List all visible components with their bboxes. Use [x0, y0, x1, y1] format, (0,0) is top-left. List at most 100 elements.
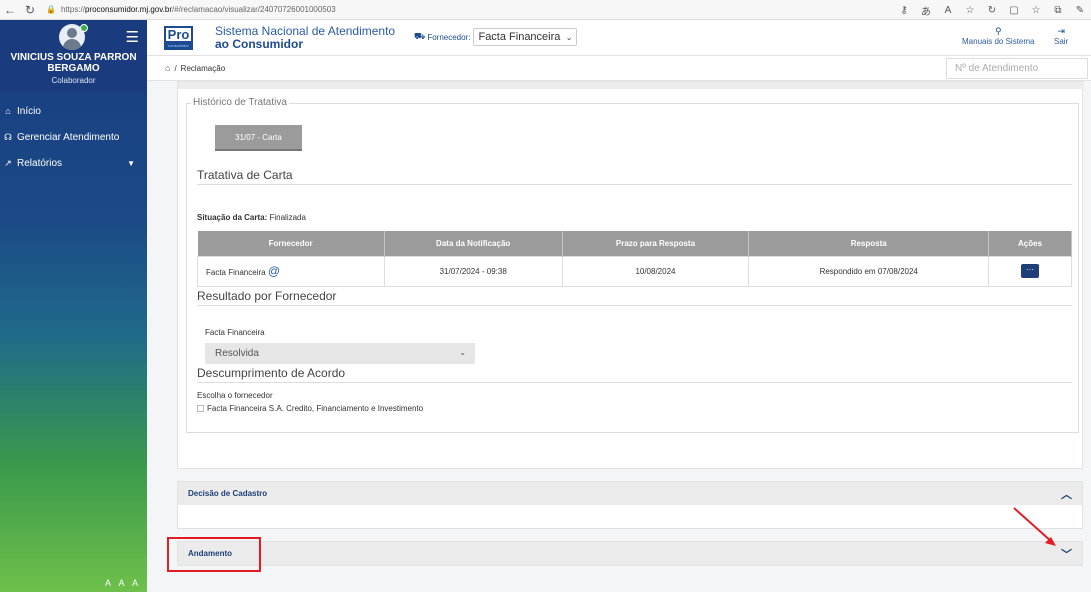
breadcrumb-separator: /: [174, 63, 177, 73]
cell-resposta: Respondido em 07/08/2024: [748, 255, 990, 287]
chevron-down-icon: ⌄: [565, 32, 573, 42]
url-host: proconsumidor.mj.gov.br: [84, 5, 172, 14]
collections-icon[interactable]: ⧉: [1047, 5, 1069, 16]
table-row: Facta Financeira @ 31/07/2024 - 09:38 10…: [197, 255, 1072, 287]
sign-out-icon: ⇥: [1057, 26, 1065, 36]
address-bar[interactable]: 🔒 https://proconsumidor.mj.gov.br/#/recl…: [46, 5, 336, 14]
favorites-list-icon[interactable]: ☆: [1025, 5, 1047, 16]
sidebar-item-label: Gerenciar Atendimento: [17, 131, 120, 143]
chevron-down-icon: ⌄: [459, 348, 466, 357]
url-path: /#/reclamacao/visualizar/240707260010005…: [171, 5, 336, 14]
breach-checkbox-row[interactable]: Facta Financeira S.A. Credito, Financiam…: [197, 404, 423, 413]
sidebar-item-inicio[interactable]: ⌂ Início: [0, 98, 147, 124]
sidebar-item-relatorios[interactable]: ↗ Relatórios ▼: [0, 150, 147, 176]
section-title-descumprimento: Descumprimento de Acordo: [197, 366, 346, 380]
result-select-value: Resolvida: [215, 348, 259, 359]
system-name-line2: ao Consumidor: [215, 37, 304, 51]
breadcrumb-current: Reclamação: [180, 63, 226, 73]
user-name: VINICIUS SOUZA PARRON BERGAMO: [10, 52, 137, 74]
logo-subtext: consumidor: [164, 41, 193, 50]
notification-table: Fornecedor Data da Notificação Prazo par…: [197, 231, 1072, 287]
reload-icon[interactable]: ↻: [20, 3, 40, 17]
breach-label: Escolha o fornecedor: [197, 391, 273, 400]
divider: [197, 184, 1072, 185]
col-prazo-resposta: Prazo para Resposta: [562, 231, 750, 256]
tab-carta[interactable]: 31/07 - Carta: [215, 125, 302, 151]
col-resposta: Resposta: [748, 231, 990, 256]
email-at-icon[interactable]: @: [268, 264, 280, 278]
proconsumidor-logo: Pro consumidor: [164, 26, 193, 50]
read-aloud-icon[interactable]: A: [937, 5, 959, 16]
headset-icon: ☊: [4, 131, 12, 142]
menu-toggle-icon[interactable]: ☰: [126, 28, 139, 46]
cell-fornecedor-text: Facta Financeira: [206, 268, 266, 277]
extensions-icon[interactable]: ✎: [1069, 5, 1091, 16]
truck-icon: ⛟: [414, 31, 426, 41]
col-fornecedor: Fornecedor: [197, 231, 385, 256]
section-title-resultado: Resultado por Fornecedor: [197, 289, 337, 303]
supplier-label: Fornecedor:: [427, 32, 471, 42]
browser-toolbar: ← ↻ 🔒 https://proconsumidor.mj.gov.br/#/…: [0, 0, 1091, 20]
sidebar-item-label: Início: [17, 105, 41, 117]
accordion-andamento: Andamento ﹀: [177, 541, 1083, 566]
sidebar-item-label: Relatórios: [17, 157, 63, 169]
checkbox[interactable]: [197, 405, 204, 412]
cell-fornecedor: Facta Financeira @: [197, 255, 385, 287]
result-supplier-label: Facta Financeira: [205, 328, 265, 337]
accordion-decisao-cadastro: Decisão de Cadastro ︿: [177, 481, 1083, 529]
online-status-icon: [80, 24, 88, 32]
history-legend: Histórico de Tratativa: [191, 97, 289, 108]
history-fieldset: Histórico de Tratativa 31/07 - Carta Tra…: [186, 97, 1079, 433]
split-screen-icon[interactable]: ▢: [1003, 5, 1025, 16]
font-size-controls[interactable]: A A A: [105, 578, 141, 588]
manuals-link[interactable]: ⚲ Manuais do Sistema: [962, 26, 1034, 46]
situation-label: Situação da Carta:: [197, 213, 268, 222]
result-select[interactable]: Resolvida ⌄: [205, 343, 475, 364]
annotation-arrow-icon: [1013, 507, 1056, 546]
system-name: Sistema Nacional de Atendimento ao Consu…: [215, 25, 395, 51]
url-prefix: https://: [60, 5, 85, 14]
manuals-label: Manuais do Sistema: [962, 37, 1035, 46]
divider: [197, 382, 1072, 383]
actions-button[interactable]: ···: [1021, 264, 1040, 278]
col-acoes: Ações: [988, 231, 1072, 256]
highlight-box: [167, 537, 261, 572]
panel-top-bar: [178, 82, 1084, 89]
supplier-selector: ⛟ Fornecedor: Facta Financeira ⌄: [414, 28, 578, 46]
situation: Situação da Carta: Finalizada: [197, 213, 306, 222]
accordion-header-andamento[interactable]: Andamento ﹀: [178, 542, 1082, 565]
cell-data: 31/07/2024 - 09:38: [383, 255, 563, 287]
breach-option-label: Facta Financeira S.A. Credito, Financiam…: [207, 404, 424, 413]
favorite-icon[interactable]: ☆: [959, 5, 981, 16]
back-icon[interactable]: ←: [0, 3, 20, 17]
table-header-row: Fornecedor Data da Notificação Prazo par…: [197, 231, 1072, 256]
accordion-header-decisao[interactable]: Decisão de Cadastro ︿: [178, 482, 1082, 505]
refresh-extension-icon[interactable]: ↻: [981, 5, 1003, 16]
exit-link[interactable]: ⇥ Sair: [1054, 26, 1068, 46]
link-icon: ⚲: [994, 26, 1002, 36]
user-panel: ☰ VINICIUS SOUZA PARRON BERGAMO Colabora…: [0, 20, 147, 92]
logo-text: Pro: [164, 26, 193, 41]
cell-acoes: ···: [988, 255, 1072, 287]
col-data-notificacao: Data da Notificação: [384, 231, 563, 256]
translate-icon[interactable]: あ: [915, 3, 937, 18]
chart-icon: ↗: [4, 157, 12, 168]
accordion-title: Decisão de Cadastro: [188, 489, 268, 498]
user-role: Colaborador: [51, 76, 96, 85]
cell-prazo: 10/08/2024: [561, 255, 750, 287]
divider: [197, 305, 1072, 306]
exit-label: Sair: [1054, 37, 1069, 46]
home-icon: ⌂: [5, 106, 11, 116]
home-icon[interactable]: ⌂: [165, 63, 170, 73]
situation-value: Finalizada: [269, 213, 306, 222]
chevron-up-icon[interactable]: ︿: [1061, 486, 1072, 502]
supplier-select[interactable]: Facta Financeira ⌄: [473, 28, 578, 46]
supplier-select-value: Facta Financeira: [478, 31, 561, 43]
history-panel: Histórico de Tratativa 31/07 - Carta Tra…: [177, 81, 1084, 469]
section-title-tratativa: Tratativa de Carta: [197, 168, 293, 182]
chevron-down-icon[interactable]: ﹀: [1061, 546, 1072, 562]
sidebar-item-gerenciar-atendimento[interactable]: ☊ Gerenciar Atendimento: [0, 124, 147, 150]
lock-icon: 🔒: [46, 5, 56, 14]
key-icon[interactable]: ⚷: [893, 5, 915, 16]
attendance-number-input[interactable]: Nº de Atendimento: [946, 58, 1088, 79]
